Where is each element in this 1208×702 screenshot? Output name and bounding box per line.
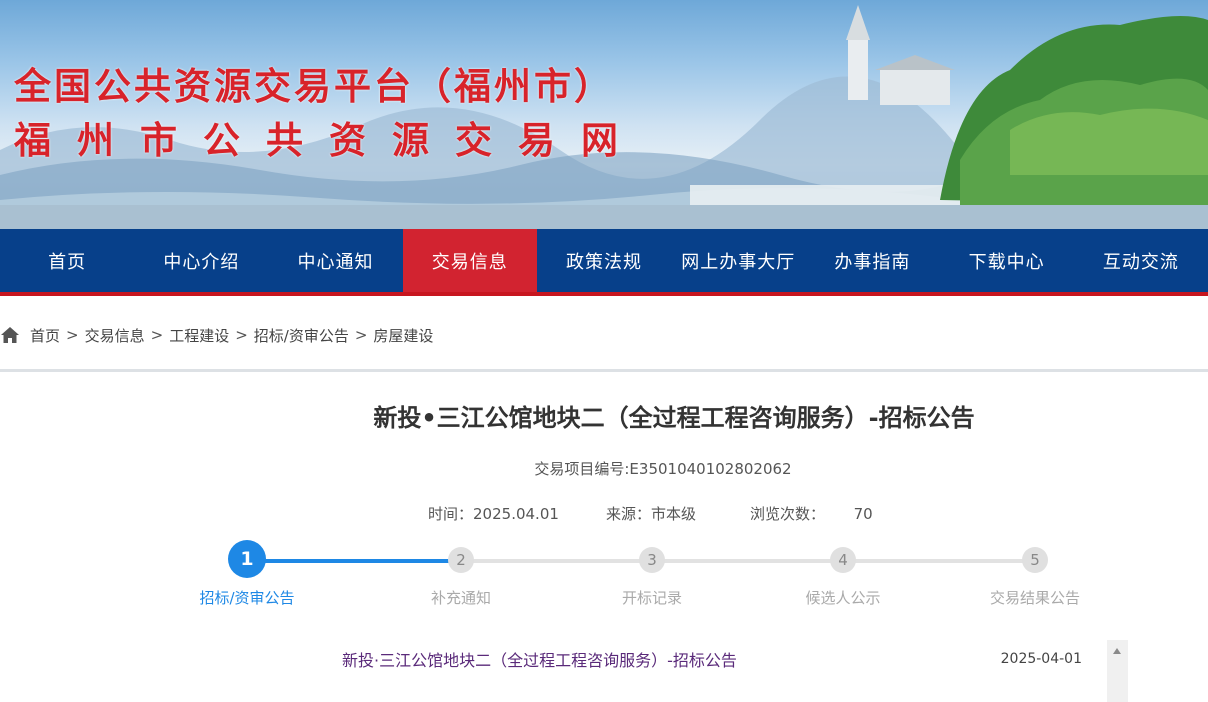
nav-item-center-notice[interactable]: 中心通知 bbox=[268, 229, 402, 292]
nav-item-guide[interactable]: 办事指南 bbox=[805, 229, 939, 292]
step-2[interactable]: 2 bbox=[448, 547, 474, 573]
page-title: 新投•三江公馆地块二（全过程工程咨询服务）-招标公告 bbox=[373, 404, 975, 432]
nav-item-home[interactable]: 首页 bbox=[0, 229, 134, 292]
nav-item-trade-info[interactable]: 交易信息 bbox=[402, 229, 537, 292]
source: 来源：市本级 bbox=[606, 503, 750, 524]
view-count: 浏览次数： 70 bbox=[750, 503, 873, 524]
step-1[interactable]: 1 bbox=[228, 540, 266, 578]
breadcrumb-separator: > bbox=[354, 326, 368, 344]
step-4[interactable]: 4 bbox=[830, 547, 856, 573]
list-scrollbar[interactable] bbox=[1107, 640, 1128, 702]
nav-item-center-intro[interactable]: 中心介绍 bbox=[134, 229, 268, 292]
breadcrumb: 首页 > 交易信息 > 工程建设 > 招标/资审公告 > 房屋建设 bbox=[0, 322, 433, 348]
source-value: 市本级 bbox=[651, 505, 697, 523]
publish-time-value: 2025.04.01 bbox=[473, 505, 559, 523]
view-count-value: 70 bbox=[853, 505, 873, 523]
step-label-tender-notice[interactable]: 招标/资审公告 bbox=[199, 587, 294, 608]
site-title: 福州市公共资源交易网 bbox=[14, 118, 644, 162]
step-label-candidates[interactable]: 候选人公示 bbox=[805, 587, 880, 608]
step-3[interactable]: 3 bbox=[639, 547, 665, 573]
nav-item-download[interactable]: 下载中心 bbox=[940, 229, 1074, 292]
header-banner: 全国公共资源交易平台（福州市） 福州市公共资源交易网 bbox=[0, 0, 1208, 229]
platform-title: 全国公共资源交易平台（福州市） bbox=[14, 64, 614, 108]
main-nav: 首页 中心介绍 中心通知 交易信息 政策法规 网上办事大厅 办事指南 下载中心 … bbox=[0, 229, 1208, 292]
nav-item-policy[interactable]: 政策法规 bbox=[537, 229, 671, 292]
breadcrumb-separator: > bbox=[66, 326, 79, 344]
project-number: 交易项目编号:E3501040102802062 bbox=[534, 460, 792, 478]
nav-item-online-hall[interactable]: 网上办事大厅 bbox=[671, 229, 805, 292]
nav-item-interaction[interactable]: 互动交流 bbox=[1074, 229, 1208, 292]
list-item: 新投·三江公馆地块二（全过程工程咨询服务）-招标公告 2025-04-01 bbox=[342, 648, 1082, 670]
notice-date: 2025-04-01 bbox=[1000, 651, 1082, 667]
breadcrumb-item-tender-notice[interactable]: 招标/资审公告 bbox=[254, 325, 349, 346]
publish-time: 时间：2025.04.01 bbox=[428, 503, 606, 524]
breadcrumb-divider bbox=[0, 369, 1208, 372]
home-icon[interactable] bbox=[0, 325, 20, 345]
publish-time-label: 时间： bbox=[428, 505, 474, 523]
breadcrumb-item-housing[interactable]: 房屋建设 bbox=[373, 325, 433, 346]
breadcrumb-separator: > bbox=[235, 326, 248, 344]
step-track-completed bbox=[247, 559, 461, 563]
step-5[interactable]: 5 bbox=[1022, 547, 1048, 573]
source-label: 来源： bbox=[606, 505, 652, 523]
nav-divider bbox=[0, 292, 1208, 296]
step-label-result[interactable]: 交易结果公告 bbox=[990, 587, 1080, 608]
step-label-supplement[interactable]: 补充通知 bbox=[431, 587, 491, 608]
scroll-up-icon[interactable] bbox=[1113, 648, 1121, 654]
article-meta: 时间：2025.04.01 来源：市本级 浏览次数： 70 bbox=[428, 503, 873, 524]
breadcrumb-separator: > bbox=[150, 326, 164, 344]
breadcrumb-item-engineering[interactable]: 工程建设 bbox=[169, 325, 229, 346]
view-count-label: 浏览次数： bbox=[750, 505, 826, 523]
breadcrumb-item-trade-info[interactable]: 交易信息 bbox=[85, 325, 145, 346]
step-label-bid-opening[interactable]: 开标记录 bbox=[622, 587, 682, 608]
breadcrumb-item-home[interactable]: 首页 bbox=[30, 325, 60, 346]
step-track-remaining bbox=[461, 559, 1035, 563]
notice-link[interactable]: 新投·三江公馆地块二（全过程工程咨询服务）-招标公告 bbox=[342, 647, 737, 671]
